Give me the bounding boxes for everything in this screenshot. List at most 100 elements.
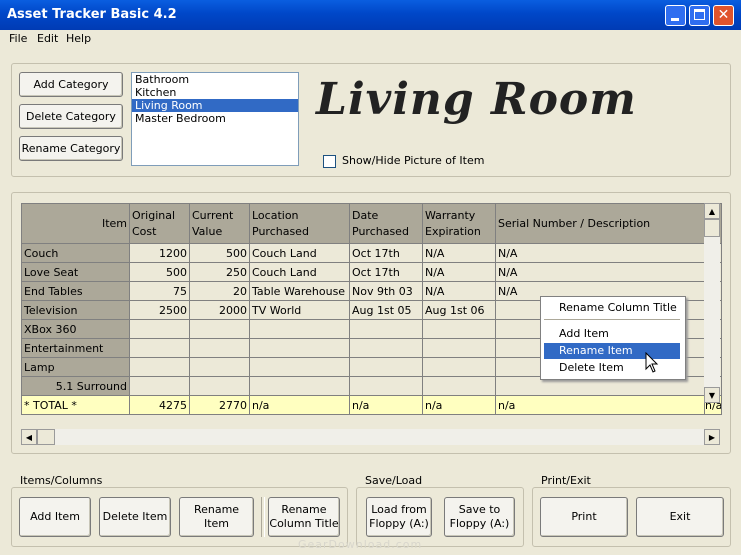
table-cell[interactable]: N/A xyxy=(495,262,705,282)
table-cell[interactable] xyxy=(189,357,250,377)
category-item[interactable]: Bathroom xyxy=(132,73,298,86)
table-cell[interactable]: Aug 1st 05 xyxy=(349,300,423,320)
table-cell[interactable] xyxy=(349,338,423,358)
scroll-right-icon[interactable]: ▶ xyxy=(704,429,720,445)
row-header[interactable]: XBox 360 xyxy=(21,319,130,339)
save-load-label: Save/Load xyxy=(363,474,425,487)
category-item-selected[interactable]: Living Room xyxy=(132,99,298,112)
rename-category-button[interactable]: Rename Category xyxy=(19,136,123,161)
category-item[interactable]: Master Bedroom xyxy=(132,112,298,125)
total-cell: 4275 xyxy=(129,395,190,415)
table-cell[interactable]: 2500 xyxy=(129,300,190,320)
table-cell[interactable] xyxy=(249,357,350,377)
row-header[interactable]: Lamp xyxy=(21,357,130,377)
column-header[interactable]: Warranty Expiration xyxy=(422,203,496,244)
add-category-button[interactable]: Add Category xyxy=(19,72,123,97)
menu-help[interactable]: Help xyxy=(66,32,91,45)
scroll-thumb-h[interactable] xyxy=(37,429,55,445)
column-header[interactable]: Item xyxy=(21,203,130,244)
print-button[interactable]: Print xyxy=(540,497,628,537)
table-cell[interactable]: Aug 1st 06 xyxy=(422,300,496,320)
scroll-left-icon[interactable]: ◀ xyxy=(21,429,37,445)
table-cell[interactable] xyxy=(129,376,190,396)
column-header[interactable]: Serial Number / Description xyxy=(495,203,705,244)
show-picture-label: Show/Hide Picture of Item xyxy=(342,154,485,167)
rename-item-button[interactable]: Rename Item xyxy=(179,497,254,537)
table-cell[interactable]: 500 xyxy=(129,262,190,282)
table-cell[interactable] xyxy=(349,376,423,396)
table-cell[interactable] xyxy=(129,357,190,377)
table-cell[interactable] xyxy=(129,319,190,339)
row-header[interactable]: Love Seat xyxy=(21,262,130,282)
table-cell[interactable]: Oct 17th xyxy=(349,262,423,282)
minimize-button[interactable] xyxy=(665,5,686,26)
table-cell[interactable]: 20 xyxy=(189,281,250,301)
table-cell[interactable] xyxy=(349,357,423,377)
column-header[interactable]: Current Value xyxy=(189,203,250,244)
horizontal-scrollbar[interactable]: ◀ ▶ xyxy=(21,429,720,445)
menu-edit[interactable]: Edit xyxy=(37,32,58,45)
table-cell[interactable]: N/A xyxy=(422,243,496,263)
table-cell[interactable]: Nov 9th 03 xyxy=(349,281,423,301)
context-add-item[interactable]: Add Item xyxy=(544,326,680,342)
table-cell[interactable]: Couch Land xyxy=(249,243,350,263)
load-floppy-label: Load from Floppy (A:) xyxy=(369,503,429,530)
scroll-down-icon[interactable]: ▼ xyxy=(704,387,720,403)
table-cell[interactable] xyxy=(349,319,423,339)
table-cell[interactable] xyxy=(422,376,496,396)
context-delete-item[interactable]: Delete Item xyxy=(544,360,680,376)
scroll-up-icon[interactable]: ▲ xyxy=(704,203,720,219)
column-header[interactable]: Location Purchased xyxy=(249,203,350,244)
exit-button[interactable]: Exit xyxy=(636,497,724,537)
context-rename-column[interactable]: Rename Column Title xyxy=(544,300,680,316)
load-floppy-button[interactable]: Load from Floppy (A:) xyxy=(366,497,432,537)
add-item-button[interactable]: Add Item xyxy=(19,497,91,537)
show-picture-checkbox[interactable] xyxy=(323,155,336,168)
maximize-button[interactable] xyxy=(689,5,710,26)
table-cell[interactable]: 250 xyxy=(189,262,250,282)
table-cell[interactable]: Couch Land xyxy=(249,262,350,282)
close-button[interactable]: ✕ xyxy=(713,5,734,26)
save-floppy-label: Save to Floppy (A:) xyxy=(449,503,510,530)
delete-item-button[interactable]: Delete Item xyxy=(99,497,171,537)
vertical-scrollbar[interactable]: ▲ ▼ xyxy=(704,203,720,403)
menu-file[interactable]: File xyxy=(9,32,27,45)
context-rename-item[interactable]: Rename Item xyxy=(544,343,680,359)
table-cell[interactable] xyxy=(422,338,496,358)
table-cell[interactable] xyxy=(422,357,496,377)
delete-category-button[interactable]: Delete Category xyxy=(19,104,123,129)
minimize-icon xyxy=(671,18,679,21)
column-header[interactable]: Original Cost xyxy=(129,203,190,244)
row-header[interactable]: End Tables xyxy=(21,281,130,301)
table-cell[interactable] xyxy=(249,319,350,339)
table-row: Couch 1200 500 Couch Land Oct 17th N/A N/A xyxy=(21,243,722,263)
table-cell[interactable] xyxy=(189,338,250,358)
row-header[interactable]: Television xyxy=(21,300,130,320)
rename-column-button[interactable]: Rename Column Title xyxy=(268,497,340,537)
table-cell[interactable]: Oct 17th xyxy=(349,243,423,263)
table-cell[interactable]: 2000 xyxy=(189,300,250,320)
table-cell[interactable] xyxy=(189,376,250,396)
table-cell[interactable]: N/A xyxy=(495,243,705,263)
table-cell[interactable] xyxy=(249,338,350,358)
column-header[interactable]: Date Purchased xyxy=(349,203,423,244)
table-cell[interactable]: N/A xyxy=(422,262,496,282)
category-list[interactable]: Bathroom Kitchen Living Room Master Bedr… xyxy=(131,72,299,166)
table-cell[interactable] xyxy=(422,319,496,339)
table-cell[interactable] xyxy=(249,376,350,396)
table-cell[interactable]: TV World xyxy=(249,300,350,320)
scroll-thumb[interactable] xyxy=(704,219,720,237)
table-cell[interactable]: 1200 xyxy=(129,243,190,263)
row-header[interactable]: Entertainment xyxy=(21,338,130,358)
table-header-row: Item Original Cost Current Value Location P… xyxy=(21,203,722,244)
table-cell[interactable]: Table Warehouse xyxy=(249,281,350,301)
row-header[interactable]: 5.1 Surround xyxy=(21,376,130,396)
table-cell[interactable]: 500 xyxy=(189,243,250,263)
table-cell[interactable] xyxy=(189,319,250,339)
table-cell[interactable]: 75 xyxy=(129,281,190,301)
row-header[interactable]: Couch xyxy=(21,243,130,263)
save-floppy-button[interactable]: Save to Floppy (A:) xyxy=(444,497,515,537)
table-cell[interactable] xyxy=(129,338,190,358)
table-cell[interactable]: N/A xyxy=(422,281,496,301)
category-item[interactable]: Kitchen xyxy=(132,86,298,99)
